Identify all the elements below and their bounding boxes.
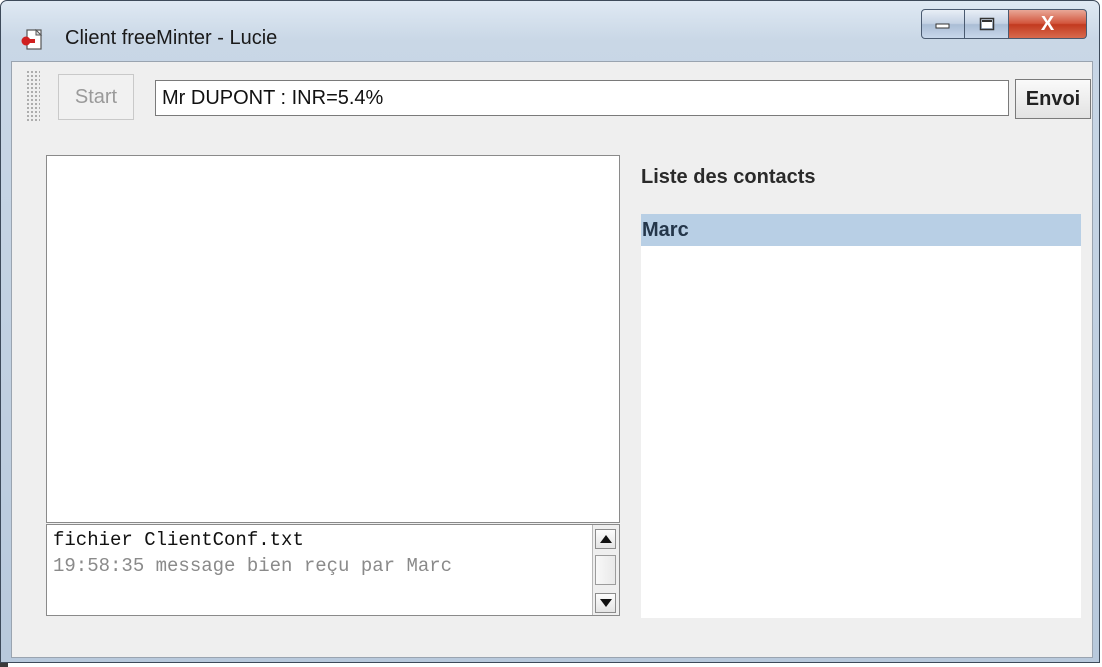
start-button[interactable]: Start	[58, 74, 134, 120]
message-input[interactable]: Mr DUPONT : INR=5.4%	[155, 80, 1009, 116]
minimize-icon	[935, 23, 950, 29]
log-text: fichier ClientConf.txt 19:58:35 message …	[53, 527, 591, 579]
title-bar[interactable]: Client freeMinter - Lucie X	[1, 1, 1101, 59]
client-area: Start Mr DUPONT : INR=5.4% Envoi fichier…	[11, 61, 1093, 658]
grip-icon[interactable]	[26, 70, 40, 122]
contact-list[interactable]: Marc	[641, 214, 1081, 618]
log-panel[interactable]: fichier ClientConf.txt 19:58:35 message …	[46, 524, 620, 616]
chat-display[interactable]	[46, 155, 620, 523]
log-line: fichier ClientConf.txt	[53, 529, 304, 551]
window-title: Client freeMinter - Lucie	[65, 27, 278, 49]
log-line: 19:58:35 message bien reçu par Marc	[53, 555, 453, 577]
send-button[interactable]: Envoi	[1015, 79, 1091, 119]
minimize-button[interactable]	[921, 9, 965, 39]
close-icon: X	[1040, 12, 1055, 35]
contacts-heading: Liste des contacts	[641, 166, 816, 188]
scroll-down-button[interactable]	[595, 593, 616, 613]
app-window: Client freeMinter - Lucie X Start Mr DUP…	[0, 0, 1100, 663]
maximize-button[interactable]	[965, 9, 1009, 39]
close-button[interactable]: X	[1009, 9, 1087, 39]
contact-item-marc[interactable]: Marc	[641, 214, 1081, 246]
scroll-thumb[interactable]	[595, 555, 616, 585]
arrow-down-icon	[599, 599, 612, 607]
app-icon	[21, 29, 43, 50]
window-controls: X	[921, 9, 1087, 39]
maximize-icon	[979, 17, 994, 31]
log-scrollbar[interactable]	[592, 525, 619, 615]
scroll-up-button[interactable]	[595, 529, 616, 549]
arrow-up-icon	[599, 535, 612, 543]
